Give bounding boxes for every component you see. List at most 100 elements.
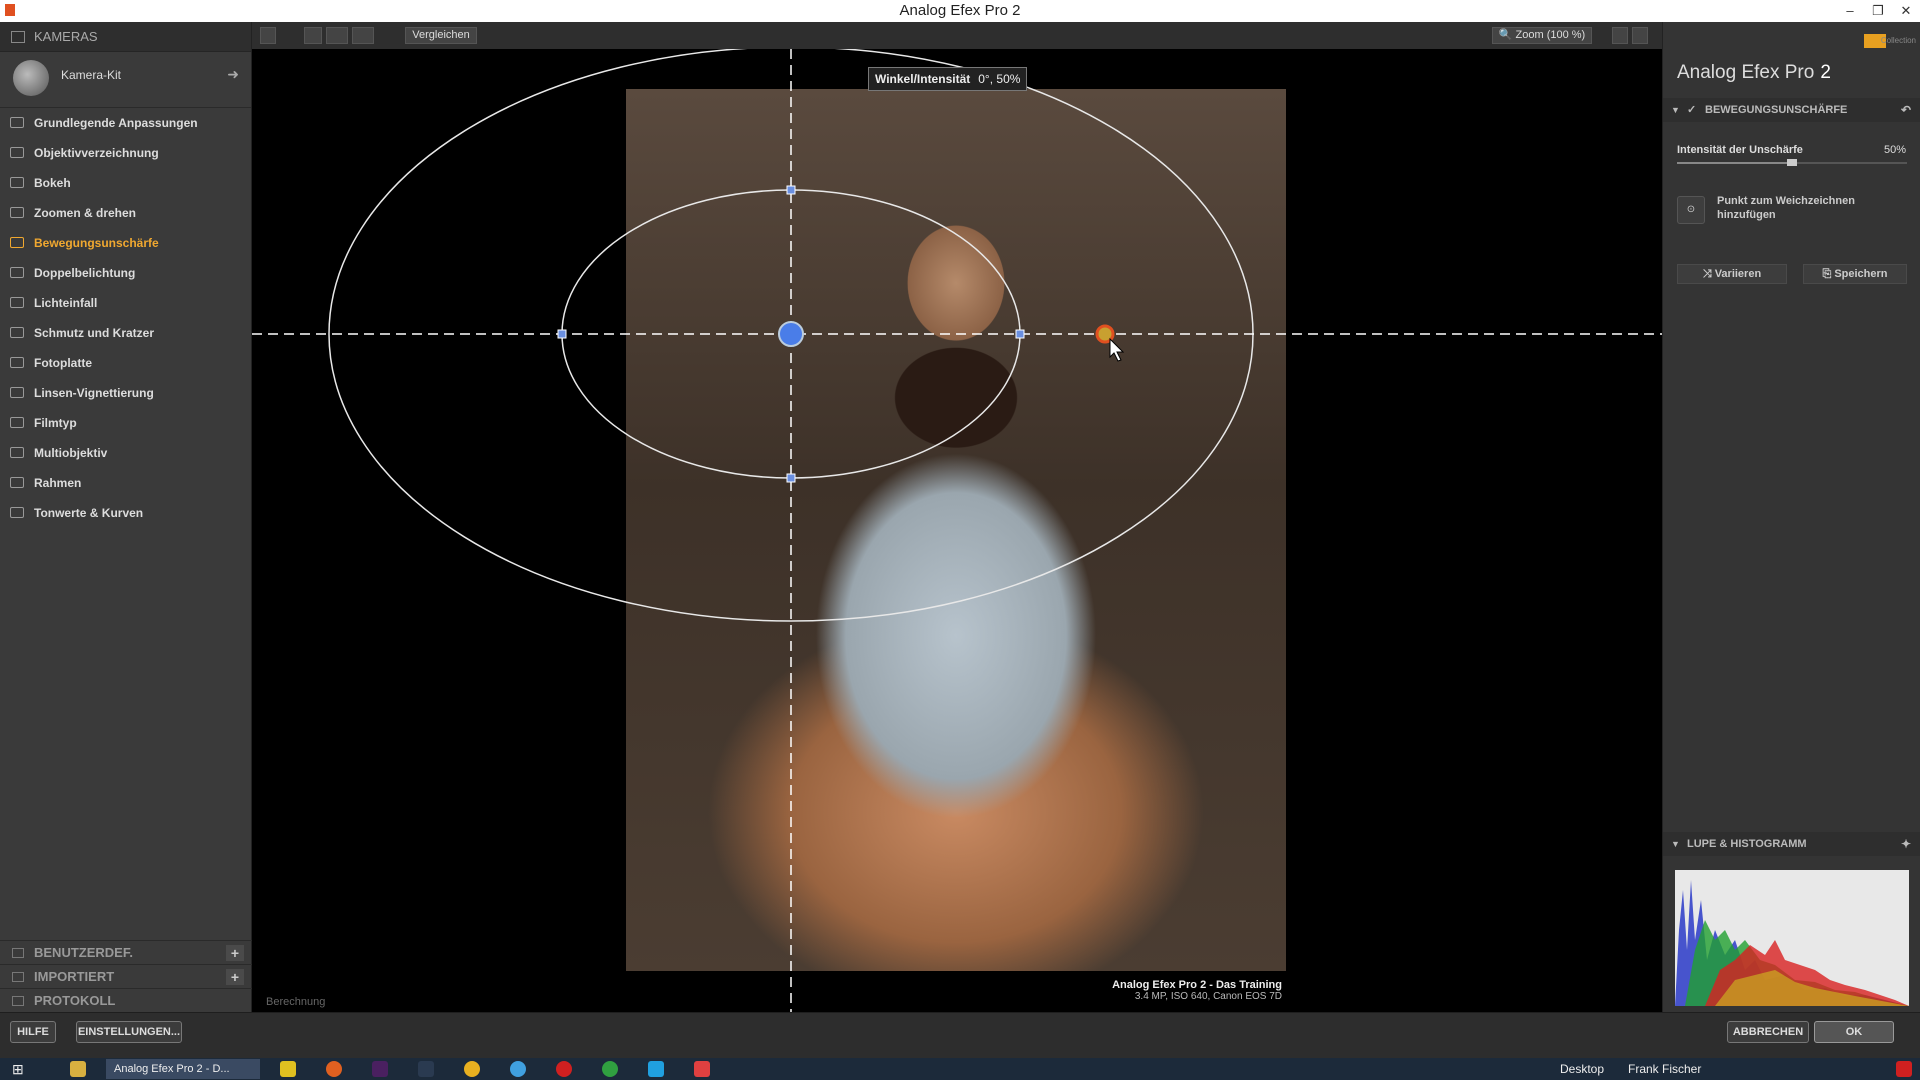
- cameras-header[interactable]: KAMERAS: [0, 22, 251, 52]
- cameras-header-label: KAMERAS: [34, 29, 98, 44]
- filter-item[interactable]: Bokeh: [0, 168, 251, 198]
- brand-version: 2: [1820, 62, 1831, 83]
- explorer-icon[interactable]: [70, 1061, 86, 1077]
- minimize-button[interactable]: –: [1836, 0, 1864, 22]
- filter-item[interactable]: Grundlegende Anpassungen: [0, 108, 251, 138]
- app-icon: [5, 4, 15, 16]
- side-by-side-icon[interactable]: [352, 27, 374, 44]
- loupe-histogram-header[interactable]: ▼ LUPE & HISTOGRAMM ✦: [1663, 832, 1920, 856]
- app-icon-4[interactable]: [556, 1061, 572, 1077]
- start-icon[interactable]: ⊞: [12, 1059, 24, 1079]
- tooltip-value: 0°, 50%: [978, 72, 1021, 86]
- center-point[interactable]: [778, 321, 804, 347]
- filter-icon: [10, 327, 24, 338]
- section-importiert[interactable]: IMPORTIERT +: [0, 964, 252, 988]
- acrobat-icon[interactable]: [694, 1061, 710, 1077]
- filter-item[interactable]: Schmutz und Kratzer: [0, 318, 251, 348]
- help-button[interactable]: HILFE: [10, 1021, 56, 1043]
- filter-icon: [10, 387, 24, 398]
- camera-kit[interactable]: Kamera-Kit ➜: [0, 52, 251, 108]
- panel-title: BEWEGUNGSUNSCHÄRFE: [1705, 104, 1848, 116]
- section-benutzer[interactable]: BENUTZERDEF. +: [0, 940, 252, 964]
- filter-item[interactable]: Tonwerte & Kurven: [0, 498, 251, 528]
- filter-item[interactable]: Rahmen: [0, 468, 251, 498]
- panel-toggle-icon[interactable]: [260, 27, 276, 44]
- histogram: [1675, 870, 1909, 1006]
- filter-item[interactable]: Zoomen & drehen: [0, 198, 251, 228]
- compare-button[interactable]: Vergleichen: [405, 27, 477, 44]
- app-icon-3[interactable]: [510, 1061, 526, 1077]
- filter-item[interactable]: Doppelbelichtung: [0, 258, 251, 288]
- filter-item[interactable]: Filmtyp: [0, 408, 251, 438]
- add-blur-point[interactable]: ⊙ Punkt zum Weichzeichnen hinzufügen: [1677, 192, 1907, 236]
- right-panel: Collection Analog Efex Pro 2 ▼ ✓ BEWEGUNG…: [1662, 22, 1920, 1012]
- loupe-icon[interactable]: [1612, 27, 1628, 44]
- collapse-triangle-icon[interactable]: ▼: [1671, 98, 1680, 122]
- pin-icon[interactable]: ✦: [1901, 832, 1911, 856]
- filter-item[interactable]: Lichteinfall: [0, 288, 251, 318]
- user-label[interactable]: Frank Fischer: [1628, 1059, 1701, 1079]
- split-view-icon[interactable]: [326, 27, 348, 44]
- folder-icon: [12, 948, 24, 958]
- taskbar: ⊞ Analog Efex Pro 2 - D... Desktop Frank…: [0, 1058, 1920, 1080]
- filter-item-label: Filmtyp: [34, 416, 77, 430]
- handle-right[interactable]: [1015, 329, 1025, 339]
- arrow-right-icon[interactable]: ➜: [227, 66, 239, 83]
- slider-fill: [1677, 162, 1792, 164]
- chrome-icon[interactable]: [602, 1061, 618, 1077]
- vary-button[interactable]: ⤨ Variieren: [1677, 264, 1787, 284]
- cancel-button[interactable]: ABBRECHEN: [1727, 1021, 1809, 1043]
- single-view-icon[interactable]: [304, 27, 322, 44]
- preview-canvas[interactable]: Winkel/Intensität 0°, 50% Analog Efex Pro…: [252, 49, 1662, 1012]
- active-app-label: Analog Efex Pro 2 - D...: [114, 1063, 230, 1075]
- motion-blur-panel-header[interactable]: ▼ ✓ BEWEGUNGSUNSCHÄRFE ↶: [1663, 98, 1920, 122]
- slider-thumb[interactable]: [1787, 159, 1797, 166]
- restore-button[interactable]: ❐: [1864, 0, 1892, 22]
- app-icon-2[interactable]: [464, 1061, 480, 1077]
- taskbar-active-app[interactable]: Analog Efex Pro 2 - D...: [106, 1059, 260, 1079]
- brand-name: Analog Efex Pro: [1677, 62, 1815, 83]
- premiere-icon[interactable]: [372, 1061, 388, 1077]
- photo-caption: Analog Efex Pro 2 - Das Training 3.4 MP,…: [1112, 979, 1282, 1002]
- add-benutzer-button[interactable]: +: [226, 945, 244, 961]
- app-icon-1[interactable]: [280, 1061, 296, 1077]
- blur-intensity-slider[interactable]: [1677, 159, 1907, 166]
- settings-button[interactable]: EINSTELLUNGEN...: [76, 1021, 182, 1043]
- angle-intensity-tooltip: Winkel/Intensität 0°, 50%: [868, 67, 1028, 91]
- zoom-button[interactable]: 🔍 Zoom (100 %): [1492, 27, 1592, 44]
- skype-icon[interactable]: [648, 1061, 664, 1077]
- reset-icon[interactable]: ↶: [1901, 98, 1911, 122]
- window-title: Analog Efex Pro 2: [899, 2, 1021, 19]
- save-label: Speichern: [1834, 268, 1888, 280]
- filter-icon: [10, 357, 24, 368]
- close-button[interactable]: ✕: [1892, 0, 1920, 22]
- filter-item[interactable]: Bewegungsunschärfe: [0, 228, 251, 258]
- filter-item-label: Rahmen: [34, 476, 82, 490]
- save-preset-button[interactable]: ⎘ Speichern: [1803, 264, 1907, 284]
- section-protokoll[interactable]: PROTOKOLL: [0, 988, 252, 1012]
- handle-bottom[interactable]: [786, 473, 796, 483]
- collapse-triangle-icon[interactable]: ▼: [1671, 832, 1680, 856]
- add-point-label: Punkt zum Weichzeichnen hinzufügen: [1717, 195, 1855, 221]
- add-point-icon[interactable]: ⊙: [1677, 196, 1705, 224]
- handle-top[interactable]: [786, 185, 796, 195]
- firefox-icon[interactable]: [326, 1061, 342, 1077]
- blur-overlay[interactable]: [252, 49, 1662, 1012]
- background-icon[interactable]: [1632, 27, 1648, 44]
- filter-item[interactable]: Linsen-Vignettierung: [0, 378, 251, 408]
- filter-item[interactable]: Fotoplatte: [0, 348, 251, 378]
- history-icon: [12, 996, 24, 1006]
- enable-checkmark-icon[interactable]: ✓: [1687, 98, 1696, 122]
- desktop-label[interactable]: Desktop: [1560, 1059, 1604, 1079]
- filter-icon: [10, 297, 24, 308]
- ok-button[interactable]: OK: [1814, 1021, 1894, 1043]
- lightroom-icon[interactable]: [418, 1061, 434, 1077]
- caption-title: Analog Efex Pro 2 - Das Training: [1112, 979, 1282, 991]
- add-import-button[interactable]: +: [226, 969, 244, 985]
- filter-item[interactable]: Multiobjektiv: [0, 438, 251, 468]
- window-controls: – ❐ ✕: [1836, 0, 1920, 22]
- cursor-icon: [1109, 337, 1125, 362]
- tray-icon[interactable]: [1896, 1061, 1912, 1077]
- handle-left[interactable]: [557, 329, 567, 339]
- filter-item[interactable]: Objektivverzeichnung: [0, 138, 251, 168]
